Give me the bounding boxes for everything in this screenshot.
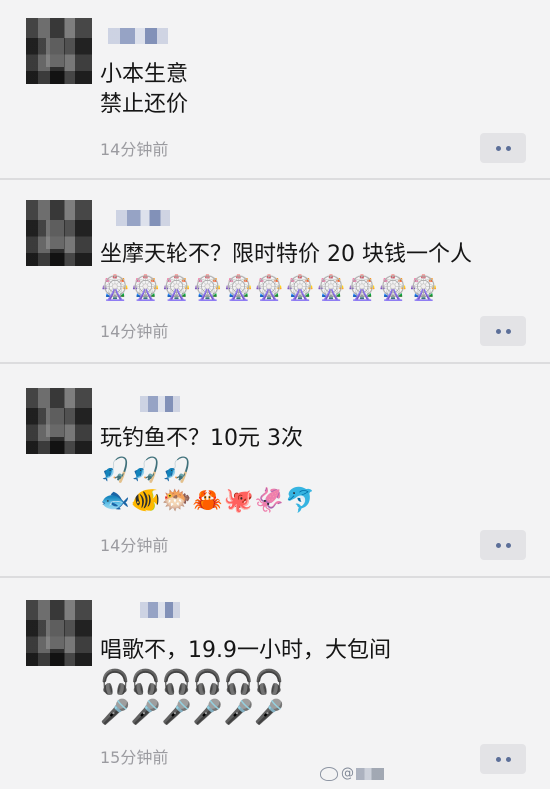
watermark-handle-blurred bbox=[356, 767, 384, 780]
moment-post: 唱歌不，19.9一小时，大包间 🎧🎧🎧🎧🎧🎧 🎤🎤🎤🎤🎤🎤 15分钟前 bbox=[0, 578, 550, 789]
weibo-watermark: @ bbox=[320, 766, 384, 781]
avatar[interactable] bbox=[26, 388, 92, 454]
username-blurred[interactable] bbox=[140, 396, 180, 412]
ellipsis-icon bbox=[505, 542, 511, 548]
post-emoji-row: 🎣🎣🎣 bbox=[100, 456, 193, 484]
username-blurred[interactable] bbox=[108, 28, 168, 44]
timestamp: 14分钟前 bbox=[100, 322, 169, 341]
moment-post: 玩钓鱼不？10元 3次 🎣🎣🎣 🐟🐠🐡🦀🐙🦑🐬 14分钟前 bbox=[0, 364, 550, 576]
avatar[interactable] bbox=[26, 200, 92, 266]
ellipsis-icon bbox=[495, 145, 501, 151]
ellipsis-icon bbox=[505, 756, 511, 762]
ellipsis-icon bbox=[505, 328, 511, 334]
post-text: 小本生意 bbox=[100, 62, 189, 87]
ellipsis-icon bbox=[495, 756, 501, 762]
username-blurred[interactable] bbox=[116, 210, 170, 226]
more-button[interactable] bbox=[480, 744, 526, 774]
post-text: 禁止还价 bbox=[100, 92, 189, 117]
timestamp: 14分钟前 bbox=[100, 536, 169, 555]
avatar[interactable] bbox=[26, 600, 92, 666]
post-emoji-row: 🎡🎡🎡🎡🎡🎡🎡🎡🎡🎡🎡 bbox=[100, 274, 440, 302]
timestamp: 14分钟前 bbox=[100, 140, 169, 159]
post-emoji-row: 🐟🐠🐡🦀🐙🦑🐬 bbox=[100, 486, 317, 514]
post-emoji-row: 🎧🎧🎧🎧🎧🎧 bbox=[100, 668, 286, 696]
ellipsis-icon bbox=[495, 542, 501, 548]
more-button[interactable] bbox=[480, 133, 526, 163]
avatar[interactable] bbox=[26, 18, 92, 84]
more-button[interactable] bbox=[480, 530, 526, 560]
ellipsis-icon bbox=[495, 328, 501, 334]
weibo-icon bbox=[320, 766, 338, 781]
moment-post: 坐摩天轮不？限时特价 20 块钱一个人 🎡🎡🎡🎡🎡🎡🎡🎡🎡🎡🎡 14分钟前 bbox=[0, 180, 550, 362]
ellipsis-icon bbox=[505, 145, 511, 151]
post-text: 玩钓鱼不？10元 3次 bbox=[100, 426, 303, 451]
post-text: 唱歌不，19.9一小时，大包间 bbox=[100, 638, 391, 663]
username-blurred[interactable] bbox=[140, 602, 180, 618]
post-emoji-row: 🎤🎤🎤🎤🎤🎤 bbox=[100, 698, 286, 726]
more-button[interactable] bbox=[480, 316, 526, 346]
watermark-at: @ bbox=[341, 766, 354, 781]
timestamp: 15分钟前 bbox=[100, 748, 169, 767]
moment-post: 小本生意 禁止还价 14分钟前 bbox=[0, 0, 550, 178]
post-text: 坐摩天轮不？限时特价 20 块钱一个人 bbox=[100, 242, 472, 267]
